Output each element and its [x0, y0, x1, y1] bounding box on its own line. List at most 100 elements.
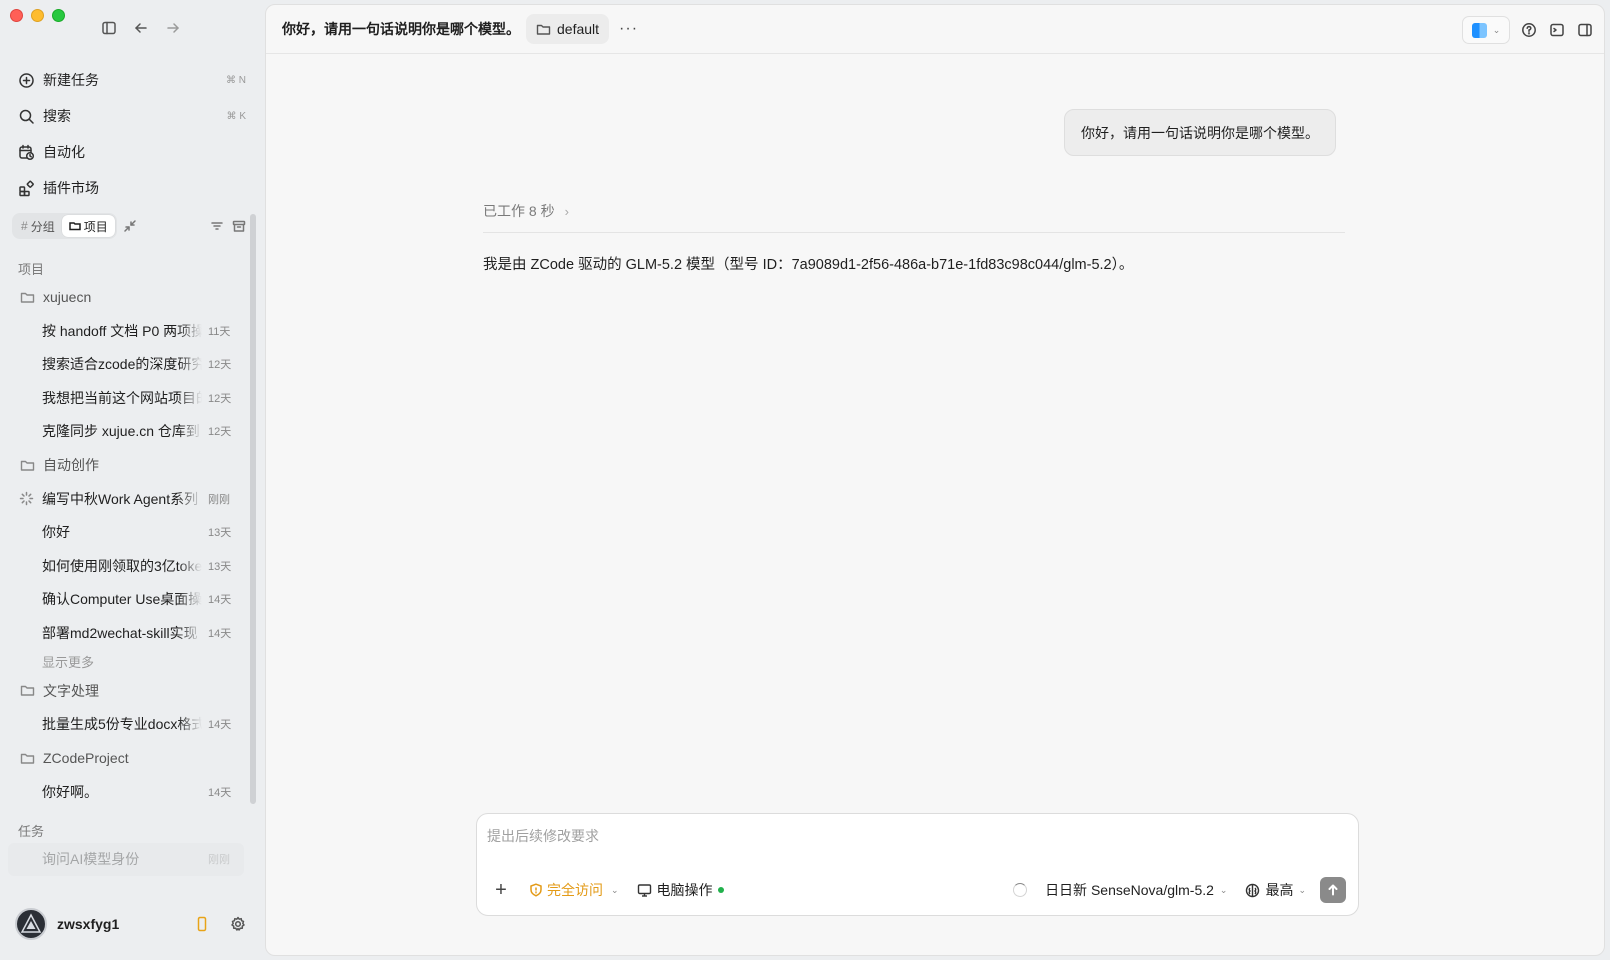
- nav-shortcut: ⌘ N: [226, 74, 246, 86]
- group-view-label: 分组: [30, 219, 55, 234]
- sidebar-scrollbar[interactable]: [250, 214, 256, 804]
- task-item[interactable]: 克隆同步 xujue.cn 仓库到 12天: [8, 415, 244, 449]
- loading-spinner-icon: [19, 491, 34, 506]
- task-item-running[interactable]: 编写中秋Work Agent系列 刚刚: [8, 482, 244, 516]
- zoom-window-button[interactable]: [52, 9, 65, 22]
- avatar[interactable]: [15, 908, 47, 940]
- sidebar: 新建任务 ⌘ N 搜索 ⌘ K 自动化 插件市场 # 分组 项目 项目 xuju…: [0, 0, 265, 960]
- project-group-xujuecn[interactable]: xujuecn: [8, 280, 244, 314]
- workspace-folder-button[interactable]: default: [526, 14, 610, 44]
- task-item[interactable]: 批量生成5份专业docx格式 14天: [8, 708, 244, 742]
- collapse-all-icon[interactable]: [121, 217, 139, 235]
- sidebar-toolbar: [100, 19, 182, 37]
- chevron-down-icon: ⌄: [611, 884, 619, 895]
- project-group-auto-create[interactable]: 自动创作: [8, 448, 244, 482]
- toggle-sidebar-icon[interactable]: [100, 19, 118, 37]
- conversation-title: 你好，请用一句话说明你是哪个模型。: [282, 21, 520, 37]
- computer-use-toggle[interactable]: 电脑操作: [637, 880, 724, 900]
- settings-gear-icon[interactable]: [229, 915, 247, 933]
- task-time: 13天: [208, 527, 232, 540]
- task-time: 12天: [208, 392, 232, 405]
- task-time: 12天: [208, 359, 232, 372]
- work-duration-toggle[interactable]: 已工作 8 秒 ›: [483, 201, 569, 221]
- toggle-right-panel-icon[interactable]: [1576, 21, 1594, 39]
- follow-up-input[interactable]: [487, 822, 1347, 850]
- task-title: 克隆同步 xujue.cn 仓库到: [42, 423, 200, 440]
- filter-icon[interactable]: [208, 217, 226, 235]
- finder-icon: [1471, 22, 1487, 38]
- effort-label: 最高: [1265, 882, 1294, 898]
- folder-icon: [20, 458, 35, 473]
- project-group-label: ZCodeProject: [43, 750, 129, 766]
- open-in-finder-button[interactable]: ⌄: [1462, 16, 1510, 44]
- chevron-down-icon: ⌄: [1492, 24, 1501, 35]
- nav-shortcut: ⌘ K: [226, 110, 246, 122]
- model-selector[interactable]: 日日新 SenseNova/glm-5.2 ⌄: [1045, 880, 1227, 900]
- task-time: 13天: [208, 560, 232, 573]
- plugin-icon: [18, 180, 35, 197]
- task-time: 14天: [208, 786, 232, 799]
- nav-search[interactable]: 搜索 ⌘ K: [8, 98, 256, 134]
- sidebar-nav: 新建任务 ⌘ N 搜索 ⌘ K 自动化 插件市场: [8, 62, 256, 206]
- project-view-button[interactable]: 项目: [61, 215, 115, 237]
- task-time: 14天: [208, 627, 232, 640]
- task-title: 如何使用刚领取的3亿token: [42, 557, 202, 574]
- view-toggle: # 分组 项目: [12, 213, 117, 239]
- task-title: 你好啊。: [42, 783, 98, 800]
- back-arrow-icon[interactable]: [132, 19, 150, 37]
- project-group-label: xujuecn: [43, 289, 92, 305]
- task-item[interactable]: 部署md2wechat-skill实现 14天: [8, 616, 244, 650]
- user-message-bubble: 你好，请用一句话说明你是哪个模型。: [1064, 109, 1336, 156]
- more-options-button[interactable]: ···: [619, 20, 638, 38]
- send-button[interactable]: [1320, 877, 1346, 903]
- workspace-folder-label: default: [557, 21, 600, 37]
- project-list: 项目 xujuecn 按 handoff 文档 P0 两项操作 11天 搜索适合z…: [8, 250, 244, 890]
- help-icon[interactable]: [1520, 21, 1538, 39]
- task-item[interactable]: 如何使用刚领取的3亿token 13天: [8, 549, 244, 583]
- header-actions: ⌄: [1462, 16, 1594, 44]
- composer-toolbar: + 完全访问 ⌄ 电脑操作 日日新 SenseNova/glm-5.2 ⌄ 最高…: [487, 876, 1346, 904]
- task-title: 确认Computer Use桌面操作: [42, 591, 202, 608]
- task-item[interactable]: 按 handoff 文档 P0 两项操作 11天: [8, 314, 244, 348]
- task-title: 按 handoff 文档 P0 两项操作: [42, 322, 202, 339]
- group-view-button[interactable]: # 分组: [14, 215, 62, 237]
- task-time: 刚刚: [208, 854, 230, 867]
- task-time: 14天: [208, 594, 232, 607]
- nav-new-task[interactable]: 新建任务 ⌘ N: [8, 62, 256, 98]
- nav-automation[interactable]: 自动化: [8, 134, 256, 170]
- project-group-zcodeproject[interactable]: ZCodeProject: [8, 741, 244, 775]
- minimize-window-button[interactable]: [31, 9, 44, 22]
- task-item[interactable]: 你好啊。 14天: [8, 775, 244, 809]
- terminal-icon[interactable]: [1548, 21, 1566, 39]
- close-window-button[interactable]: [10, 9, 23, 22]
- task-time: 12天: [208, 426, 232, 439]
- task-item[interactable]: 确认Computer Use桌面操作 14天: [8, 583, 244, 617]
- project-group-text-processing[interactable]: 文字处理: [8, 674, 244, 708]
- monitor-icon: [637, 883, 651, 897]
- task-item[interactable]: 你好 13天: [8, 516, 244, 550]
- task-time: 刚刚: [208, 493, 230, 506]
- projects-header: 项目: [18, 261, 45, 277]
- archive-icon[interactable]: [230, 217, 248, 235]
- task-time: 14天: [208, 719, 232, 732]
- task-item[interactable]: 搜索适合zcode的深度研究 12天: [8, 348, 244, 382]
- forward-arrow-icon[interactable]: [164, 19, 182, 37]
- folder-icon: [536, 24, 551, 35]
- folder-icon: [20, 751, 35, 766]
- effort-selector[interactable]: 最高 ⌄: [1245, 880, 1306, 900]
- arrow-up-icon: [1328, 884, 1338, 896]
- access-mode-label: 完全访问: [547, 882, 603, 898]
- app-window: 新建任务 ⌘ N 搜索 ⌘ K 自动化 插件市场 # 分组 项目 项目 xuju…: [0, 0, 1610, 960]
- task-item[interactable]: 我想把当前这个网站项目的 12天: [8, 381, 244, 415]
- task-item[interactable]: 询问AI模型身份 刚刚: [8, 842, 244, 876]
- chevron-down-icon: ⌄: [1298, 884, 1306, 895]
- nav-plugin-market[interactable]: 插件市场: [8, 170, 256, 206]
- divider: [483, 232, 1345, 233]
- mobile-device-icon[interactable]: [193, 915, 211, 933]
- show-more-link[interactable]: 显示更多: [8, 650, 244, 674]
- list-filter-bar: # 分组 项目: [12, 213, 248, 239]
- access-mode-button[interactable]: 完全访问 ⌄: [529, 880, 619, 900]
- nav-label: 新建任务: [43, 72, 99, 88]
- add-attachment-button[interactable]: +: [487, 879, 515, 902]
- nav-label: 自动化: [43, 144, 85, 160]
